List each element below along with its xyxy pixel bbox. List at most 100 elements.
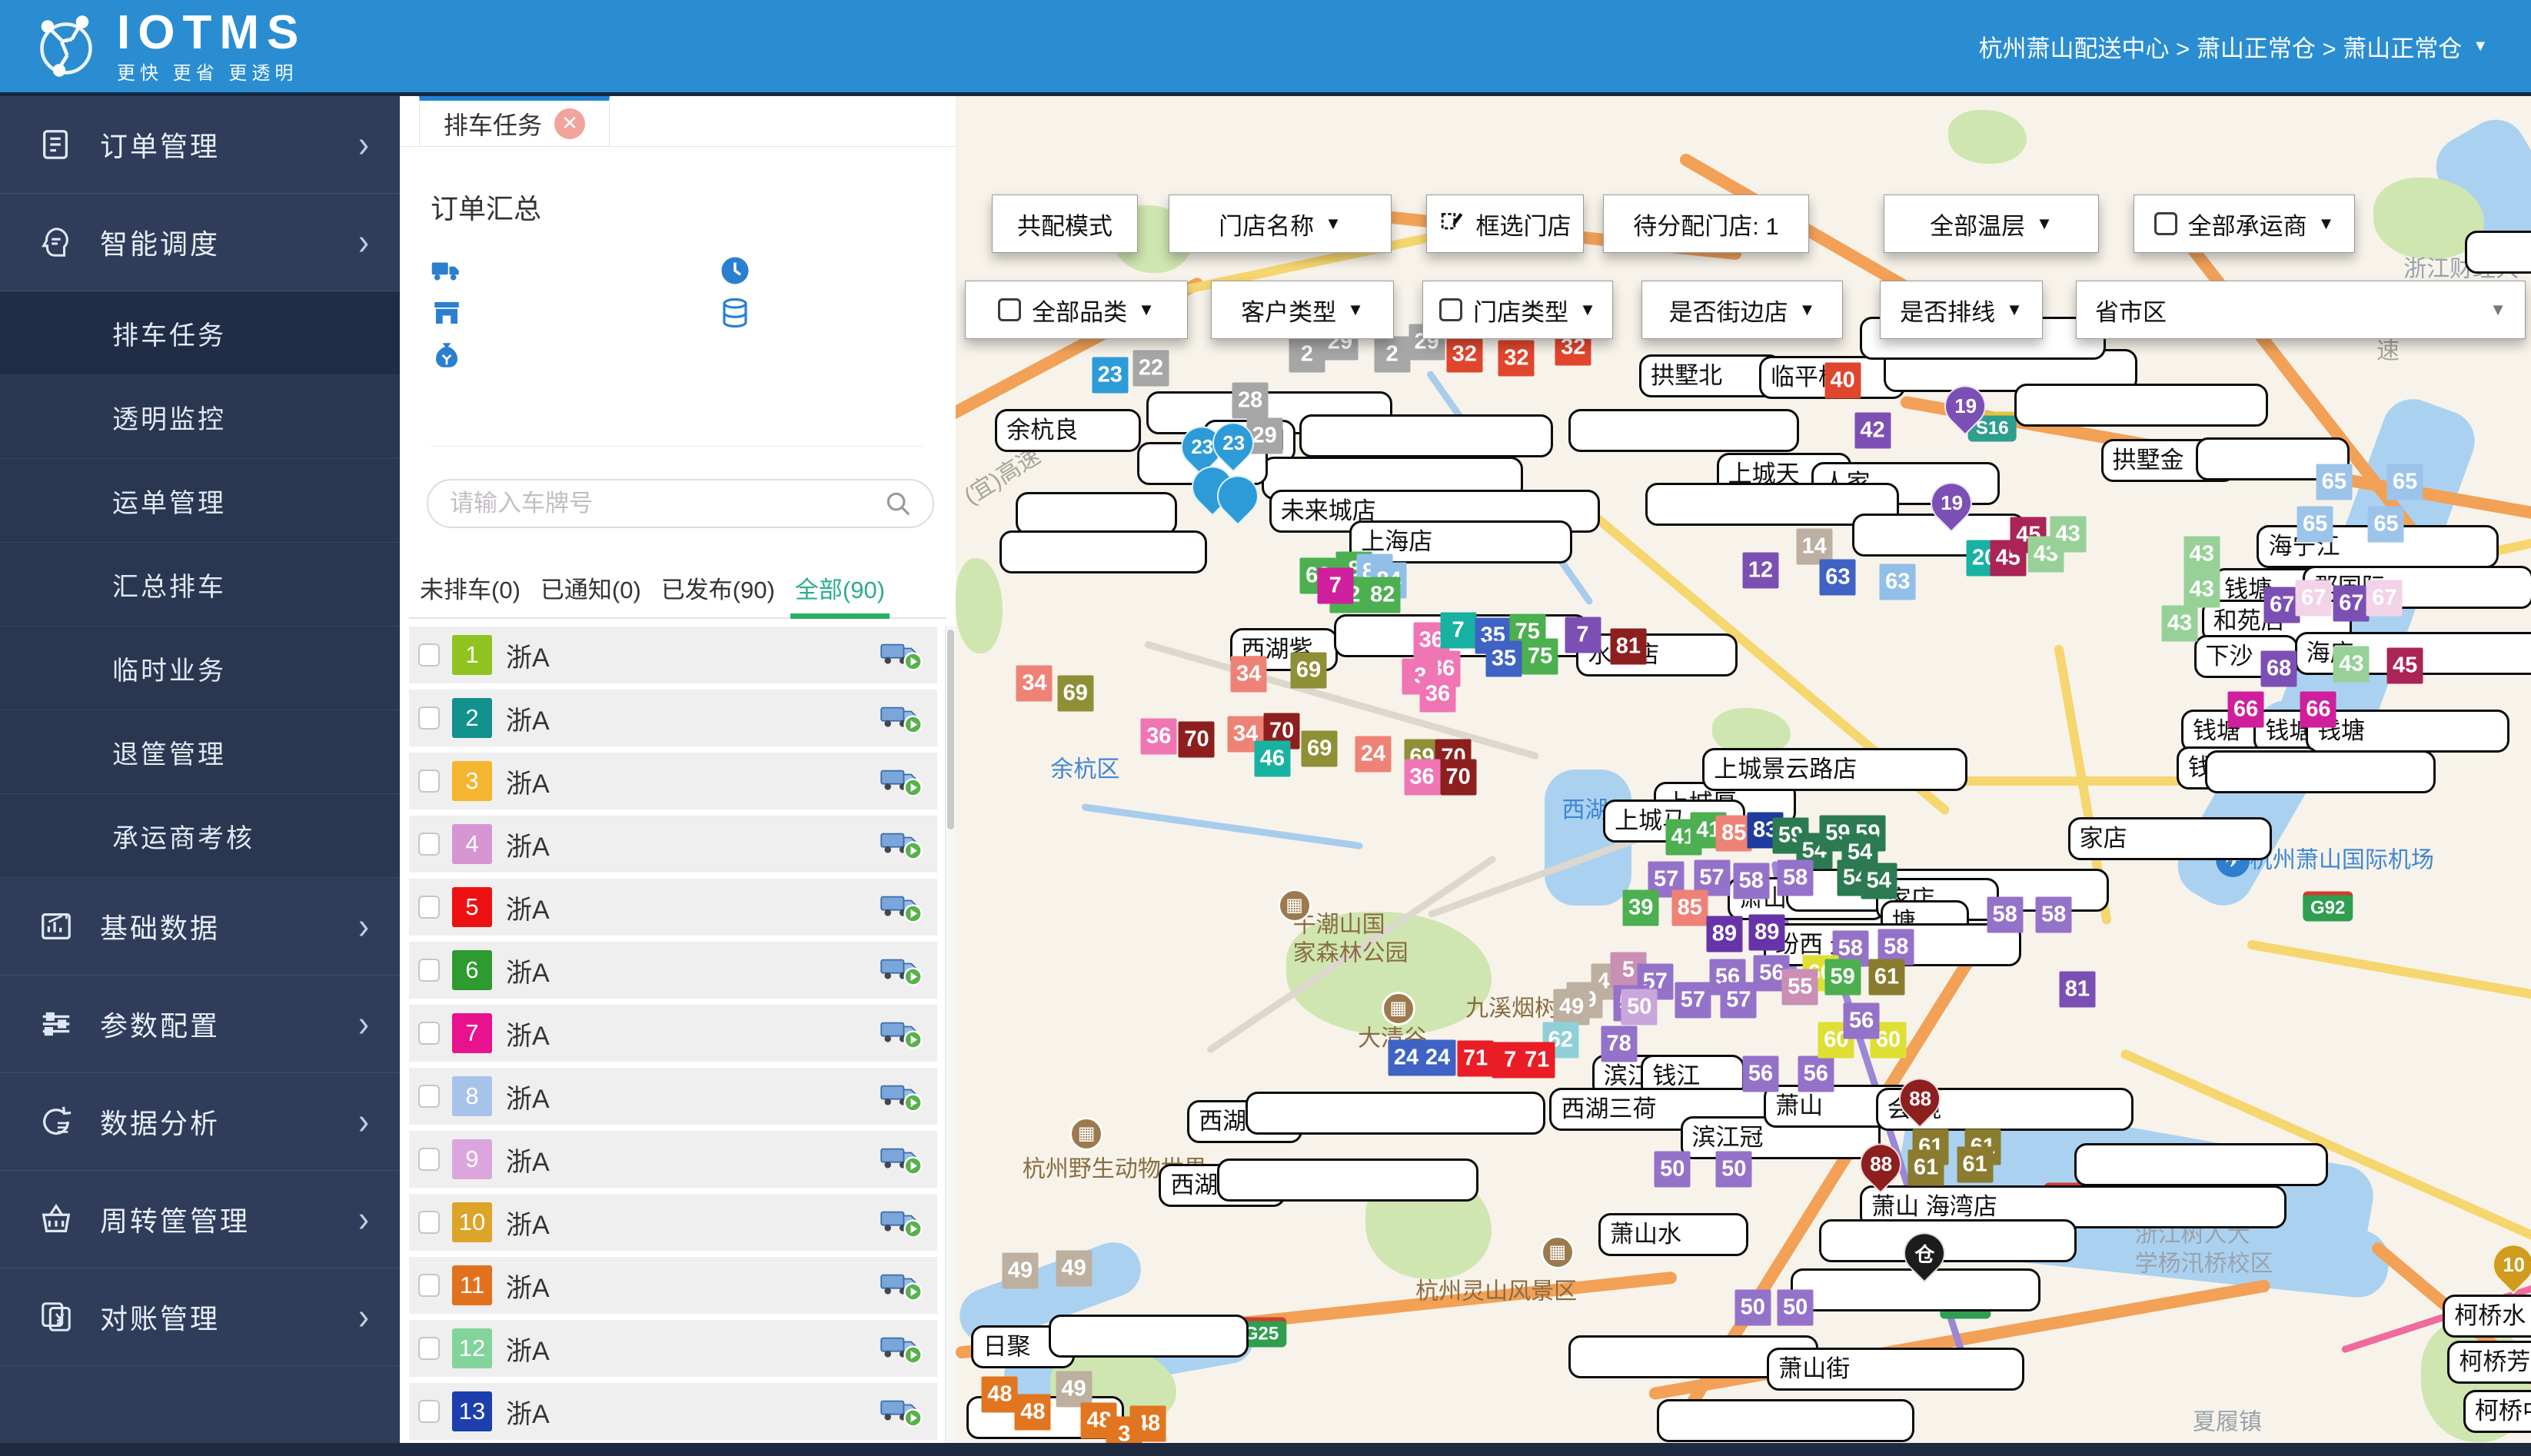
vehicle-checkbox[interactable] [418, 896, 440, 919]
vehicle-checkbox[interactable] [418, 1274, 440, 1297]
store-label[interactable] [1217, 1158, 1478, 1202]
store-marker[interactable]: 32 [1498, 341, 1535, 377]
sidebar-subitem-退筐管理[interactable]: 退筐管理 [0, 710, 400, 794]
sidebar-subitem-承运商考核[interactable]: 承运商考核 [0, 794, 400, 878]
store-marker[interactable]: 43 [2183, 537, 2220, 573]
store-marker[interactable]: 49 [1056, 1250, 1092, 1286]
store-marker[interactable]: 66 [2300, 691, 2336, 727]
sidebar-item-智能调度[interactable]: 智能调度› [0, 194, 400, 291]
vehicle-row[interactable]: 1 浙A [409, 627, 937, 683]
store-marker[interactable]: 36 [1404, 760, 1440, 796]
close-icon[interactable]: ✕ [554, 108, 585, 139]
store-marker[interactable]: 22 [1133, 350, 1169, 386]
store-marker[interactable]: 67 [2333, 585, 2370, 621]
store-marker[interactable]: 70 [1440, 760, 1476, 796]
store-marker[interactable]: 70 [1179, 721, 1215, 757]
store-marker[interactable]: 48 [982, 1377, 1018, 1413]
dispatch-truck-icon[interactable] [880, 638, 923, 672]
sidebar-item-数据分析[interactable]: 数据分析› [0, 1073, 400, 1171]
store-label[interactable]: 家店 [2068, 817, 2272, 860]
store-marker[interactable]: 56 [1798, 1055, 1834, 1092]
store-label[interactable] [2014, 384, 2268, 427]
store-marker[interactable]: 81 [2059, 972, 2095, 1008]
store-marker[interactable]: 85 [1671, 890, 1708, 926]
dispatch-truck-icon[interactable] [880, 953, 923, 987]
store-marker[interactable]: 55 [1782, 969, 1818, 1005]
sidebar-item-基础数据[interactable]: 基础数据› [0, 878, 400, 976]
filter-门店名称[interactable]: 门店名称▼ [1169, 194, 1392, 253]
status-tab-全部(90)[interactable]: 全部(90) [795, 557, 885, 617]
store-marker[interactable]: 43 [2050, 516, 2086, 552]
store-marker[interactable]: 49 [1003, 1253, 1039, 1289]
vehicle-checkbox[interactable] [418, 1211, 440, 1234]
store-label[interactable]: 柯桥芳 [2447, 1341, 2531, 1384]
store-marker[interactable]: 78 [1601, 1026, 1637, 1062]
store-label[interactable] [2205, 750, 2436, 793]
store-label[interactable]: 萧山街 [1767, 1348, 2024, 1391]
store-marker[interactable]: 43 [2333, 647, 2370, 683]
vehicle-row[interactable]: 13 浙A [409, 1383, 937, 1440]
store-marker[interactable]: 69 [1290, 652, 1326, 688]
store-marker[interactable]: 71 [1458, 1041, 1494, 1077]
plate-search-input[interactable] [448, 489, 883, 518]
vehicle-row[interactable]: 2 浙A [409, 690, 937, 746]
vehicle-row[interactable]: 7 浙A [409, 1005, 937, 1062]
store-marker[interactable]: 75 [1522, 638, 1558, 674]
store-label[interactable] [1657, 1399, 1914, 1442]
dispatch-map[interactable]: (宜)高速高速余杭区西湖杭州野生动物世界午潮山国 家森林公园九溪烟树大清谷杭州灵… [956, 96, 2531, 1456]
filter-全部承运商[interactable]: 全部承运商▼ [2134, 194, 2355, 253]
store-marker[interactable]: 65 [2297, 507, 2333, 543]
store-marker[interactable]: 50 [1778, 1290, 1814, 1326]
store-marker[interactable]: 59 [1824, 959, 1861, 996]
dispatch-truck-icon[interactable] [880, 764, 923, 798]
store-label[interactable] [1819, 1219, 2077, 1262]
store-marker[interactable]: 7 [1440, 613, 1476, 649]
status-tab-已发布(90)[interactable]: 已发布(90) [661, 557, 775, 617]
store-marker[interactable]: 36 [1141, 719, 1177, 755]
store-marker[interactable]: 54 [1861, 863, 1897, 899]
store-marker[interactable]: 63 [1820, 560, 1856, 596]
store-marker[interactable]: 45 [2387, 648, 2423, 684]
store-marker[interactable]: 57 [1675, 982, 1711, 1019]
store-label[interactable]: 柯桥水 [2443, 1295, 2531, 1338]
store-label[interactable] [1016, 492, 1177, 535]
filter-框选门店[interactable]: 框选门店 [1426, 194, 1584, 253]
store-marker[interactable]: 24 [1419, 1039, 1455, 1075]
sidebar-subitem-透明监控[interactable]: 透明监控 [0, 375, 400, 459]
store-marker[interactable]: 56 [1844, 1002, 1880, 1039]
vehicle-row[interactable]: 8 浙A [409, 1068, 937, 1125]
filter-是否街边店[interactable]: 是否街边店▼ [1641, 281, 1843, 339]
store-label[interactable] [1568, 409, 1799, 452]
status-tab-已通知(0)[interactable]: 已通知(0) [540, 557, 641, 617]
store-label[interactable]: 余杭良 [995, 409, 1141, 452]
dispatch-truck-icon[interactable] [880, 1016, 923, 1050]
dispatch-truck-icon[interactable] [880, 1331, 923, 1365]
store-marker[interactable]: 61 [1908, 1149, 1944, 1185]
warehouse-breadcrumb[interactable]: 杭州萧山配送中心 > 萧山正常仓 > 萧山正常仓 ▼ [1979, 29, 2531, 64]
store-marker[interactable]: 43 [2162, 606, 2198, 642]
dispatch-truck-icon[interactable] [880, 701, 923, 735]
store-marker[interactable]: 2 [1374, 337, 1410, 373]
status-tab-未排车(0)[interactable]: 未排车(0) [420, 557, 521, 617]
store-marker[interactable]: 65 [2316, 464, 2352, 500]
vehicle-row[interactable]: 3 浙A [409, 753, 937, 809]
store-marker[interactable]: 7 [1317, 567, 1353, 603]
vehicle-row[interactable]: 5 浙A [409, 879, 937, 936]
store-marker[interactable]: 32 [1446, 337, 1482, 373]
store-marker[interactable]: 34 [1016, 666, 1053, 702]
tab-paiche-renwu[interactable]: 排车任务 ✕ [419, 96, 610, 147]
store-marker[interactable]: 65 [2368, 507, 2404, 543]
store-marker[interactable]: 12 [1743, 553, 1779, 589]
store-marker[interactable]: 67 [2296, 580, 2332, 616]
dispatch-truck-icon[interactable] [880, 890, 923, 924]
store-marker[interactable]: 7 [1565, 617, 1601, 653]
store-marker[interactable]: 24 [1355, 736, 1391, 773]
sidebar-subitem-临时业务[interactable]: 临时业务 [0, 627, 400, 710]
store-marker[interactable]: 61 [1868, 959, 1904, 996]
vehicle-row[interactable]: 10 浙A [409, 1194, 937, 1251]
store-marker[interactable]: 23 [1092, 357, 1128, 393]
store-marker[interactable]: 65 [2387, 464, 2423, 500]
store-marker[interactable]: 28 [1232, 383, 1269, 419]
dispatch-truck-icon[interactable] [880, 1268, 923, 1302]
store-marker[interactable]: 71 [1519, 1042, 1555, 1079]
